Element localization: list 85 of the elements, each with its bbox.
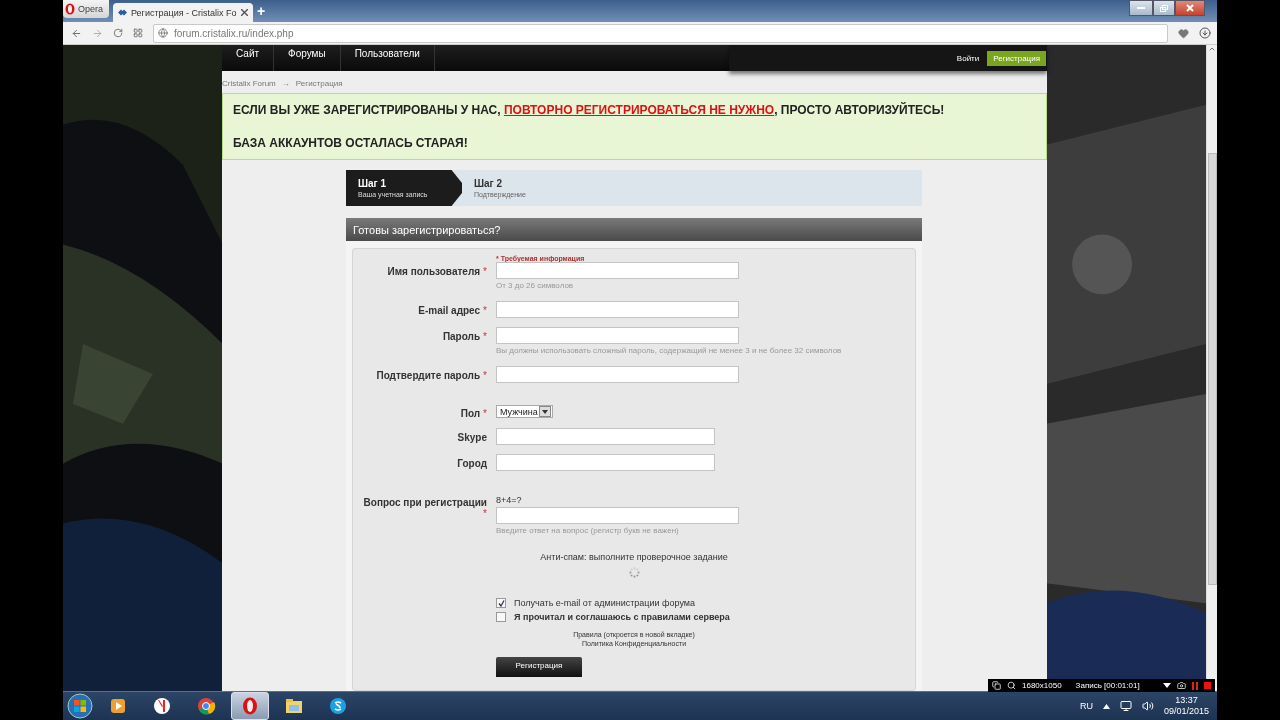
field-hint: От 3 до 26 символов [496, 281, 575, 290]
antispam-text: Анти-спам: выполните проверочное задание [540, 552, 728, 562]
scrollbar[interactable] [1206, 45, 1217, 691]
field-label: Город [457, 458, 487, 469]
dropdown-icon[interactable] [1163, 683, 1171, 688]
skype-icon [328, 696, 348, 716]
required-mark: * [483, 266, 487, 277]
opera-icon [240, 696, 260, 716]
field-hint: Вы должны использовать сложный пароль, содержащий не менее 3 и не более 32 символов [496, 346, 843, 355]
notice-text: БАЗА АККАУНТОВ ОСТАЛАСЬ СТАРАЯ! [233, 135, 469, 150]
checkbox[interactable] [496, 598, 506, 608]
required-mark: * [483, 370, 487, 381]
record-status: Запись [00:01:01] [1075, 681, 1140, 690]
text-field[interactable] [496, 366, 739, 383]
opera-menu-button[interactable]: Opera [63, 0, 109, 18]
required-mark: * [483, 408, 487, 419]
breadcrumb-link[interactable]: Регистрация [295, 79, 343, 88]
nav-link[interactable]: Пользователи [340, 45, 435, 71]
tray-arrow-icon[interactable] [1102, 703, 1110, 709]
spinner-icon [628, 567, 640, 578]
address-field[interactable]: forum.cristalix.ru/index.php [153, 23, 1168, 43]
required-mark: * [483, 305, 487, 316]
field-label: Имя пользователя [387, 266, 481, 277]
field-label: Вопрос при регистрации [363, 497, 487, 508]
field-hint: Введите ответ на вопрос (регистр букв не важен) [496, 526, 680, 535]
required-mark: * [483, 331, 487, 342]
chrome-icon [196, 696, 216, 716]
question-text: 8+4=? [496, 495, 523, 505]
checkbox-option[interactable]: Я прочитал и соглашаюсь с правилами сервера [496, 612, 915, 622]
window-icon[interactable] [992, 681, 1001, 690]
form-title: Готовы зарегистрироваться? [346, 218, 922, 241]
minimize-icon [1137, 6, 1145, 10]
close-icon[interactable] [241, 9, 248, 16]
media-icon [108, 696, 128, 716]
reload-icon[interactable] [113, 28, 123, 38]
check-icon [497, 599, 505, 607]
close-window-button[interactable] [1175, 0, 1205, 16]
login-link[interactable]: Войти [956, 53, 980, 63]
yandex-icon [152, 696, 172, 716]
volume-icon[interactable] [1141, 700, 1154, 712]
gender-select[interactable]: Мужчина [496, 405, 553, 418]
answer-field[interactable] [496, 507, 739, 524]
nav-link[interactable]: Форумы [274, 45, 341, 71]
text-field[interactable] [496, 428, 715, 445]
field-label: E-mail адрес [418, 305, 481, 316]
network-icon[interactable] [1119, 700, 1132, 712]
caret-icon [542, 409, 548, 414]
field-label: Подтвердите пароль [376, 370, 481, 381]
close-icon [1186, 4, 1194, 12]
new-tab-button[interactable]: + [257, 3, 266, 19]
pause-icon[interactable] [1192, 681, 1198, 690]
nav-link[interactable]: Сайт [222, 45, 275, 71]
language-indicator[interactable]: RU [1079, 701, 1093, 711]
text-field[interactable] [496, 454, 715, 471]
text-field[interactable] [496, 301, 739, 318]
folder-icon [284, 696, 304, 716]
globe-icon [158, 28, 168, 38]
breadcrumb-separator: → [281, 79, 290, 88]
grid-icon[interactable] [133, 28, 143, 38]
field-label: Пол [460, 408, 481, 419]
camera-icon[interactable] [1177, 681, 1186, 690]
checkbox-option[interactable]: Получать e-mail от администрации форума [496, 598, 915, 608]
heart-icon[interactable] [1178, 27, 1189, 39]
required-mark: * [483, 508, 487, 519]
start-button[interactable] [67, 693, 93, 719]
maximize-button[interactable] [1153, 0, 1175, 16]
back-icon[interactable] [71, 27, 82, 39]
clock[interactable]: 13:37 09/01/2015 [1163, 695, 1209, 717]
restore-icon [1160, 4, 1168, 12]
field-label: Skype [457, 432, 487, 443]
diamond-icon [118, 8, 127, 17]
text-field[interactable] [496, 262, 739, 279]
minimize-button[interactable] [1129, 0, 1153, 16]
download-icon[interactable] [1199, 27, 1211, 39]
notice-text: ЕСЛИ ВЫ УЖЕ ЗАРЕГИСТРИРОВАНЫ У НАС, ПОВТОРНО РЕГИСТРИРОВАТЬСЯ НЕ НУЖНО, ПРОСТО АВТОРИЗУЙТЕСЬ! [233, 103, 946, 118]
opera-logo-icon [65, 3, 75, 15]
text-field[interactable] [496, 327, 739, 344]
browser-tab[interactable]: Регистрация - Cristalix Fo [113, 3, 253, 22]
resolution-text: 1680x1050 [1022, 681, 1062, 690]
scroll-up-icon[interactable] [1208, 45, 1216, 53]
search-icon[interactable] [1007, 681, 1016, 690]
checkbox[interactable] [496, 612, 506, 622]
breadcrumb-link[interactable]: Cristalix Forum [222, 79, 276, 88]
submit-button[interactable]: Регистрация [496, 657, 582, 677]
field-label: Пароль [442, 331, 481, 342]
